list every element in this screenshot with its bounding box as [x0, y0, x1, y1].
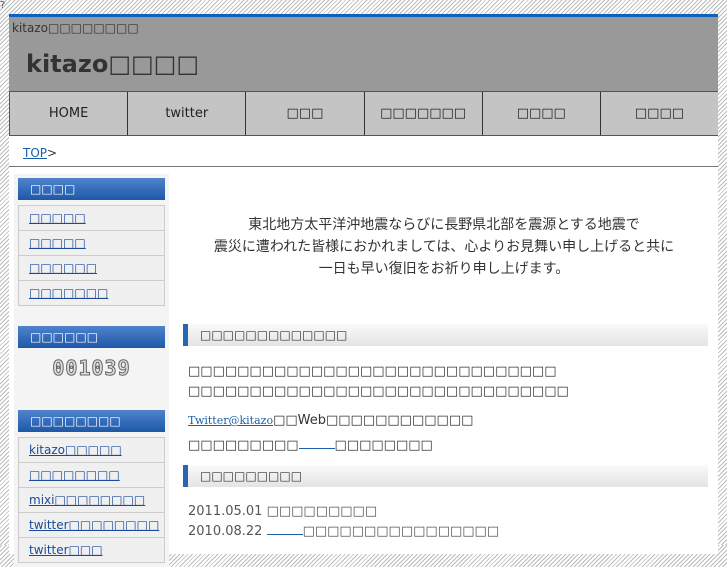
news-date: 2011.05.01	[188, 504, 263, 519]
contact-text: □□□□□□□□	[334, 438, 433, 453]
link-item[interactable]: □□□□□□□□	[18, 462, 165, 488]
access-counter: 001039	[18, 354, 165, 390]
sidebar-link[interactable]: □□□□□□□□	[29, 468, 120, 482]
twitter-line-text: □□Web□□□□□□□□□□□□	[273, 413, 474, 428]
site-title[interactable]: kitazo□□□□	[26, 50, 199, 78]
site-header: kitazo□□□□□□□□ kitazo□□□□	[9, 17, 718, 91]
link-item[interactable]: mixi□□□□□□□□	[18, 487, 165, 513]
nav-item-5[interactable]: □□□□	[481, 92, 600, 135]
sidebar-menu-item[interactable]: □□□□□	[18, 230, 165, 256]
breadcrumb-top-link[interactable]: TOP	[23, 146, 47, 160]
news-date: 2010.08.22	[188, 524, 263, 539]
sidebar-link[interactable]: □□□□□	[29, 211, 86, 225]
sidebar-link[interactable]: □□□□□□	[29, 261, 97, 275]
corner-mark: ?	[0, 0, 6, 11]
link-item[interactable]: kitazo□□□□□	[18, 437, 165, 463]
news-link[interactable]	[266, 534, 303, 535]
contact-text: □□□□□□□□□	[188, 438, 299, 453]
counter-heading: □□□□□□	[18, 326, 165, 348]
twitter-line: Twitter@kitazo□□Web□□□□□□□□□□□□	[180, 413, 708, 428]
contact-link[interactable]	[298, 448, 335, 449]
nav-home[interactable]: HOME	[9, 92, 128, 135]
intro-text: □□□□□□□□□□□□□□□□□□□□□□□□□□□□□□ □□□□□□□□□…	[180, 362, 708, 402]
message-line: 一日も早い復旧をお祈り申し上げます。	[318, 261, 570, 277]
news-text: □□□□□□□□□□□□□□□□	[302, 524, 500, 539]
sidebar-link[interactable]: twitter□□□□□□□□	[29, 518, 159, 532]
news-text: □□□□□□□□□	[266, 504, 378, 519]
intro-line: □□□□□□□□□□□□□□□□□□□□□□□□□□□□□□□	[188, 384, 569, 399]
sidebar-link[interactable]: mixi□□□□□□□□	[29, 493, 145, 507]
sidebar: □□□□ □□□□□ □□□□□ □□□□□□ □□□□□□□ □□□□□□ 0…	[14, 174, 169, 567]
sidebar-menu-item[interactable]: □□□□□	[18, 205, 165, 231]
sidebar-menu-item[interactable]: □□□□□□	[18, 255, 165, 281]
twitter-link[interactable]: Twitter@kitazo	[188, 414, 273, 427]
sidebar-menu-heading: □□□□	[18, 178, 165, 200]
nav-item-4[interactable]: □□□□□□□	[363, 92, 482, 135]
site-subtitle: kitazo□□□□□□□□	[12, 21, 139, 35]
contact-line: □□□□□□□□□ □□□□□□□□	[180, 438, 708, 453]
page-container: kitazo□□□□□□□□ kitazo□□□□ HOME twitter □…	[9, 14, 719, 567]
sidebar-menu-item[interactable]: □□□□□□□	[18, 280, 165, 306]
news-list: 2011.05.01 □□□□□□□□□ 2010.08.22 □□□□□□□□…	[180, 502, 708, 542]
news-item: 2011.05.01 □□□□□□□□□	[188, 502, 708, 522]
sidebar-link[interactable]: □□□□□	[29, 236, 86, 250]
main-content: 東北地方太平洋沖地震ならびに長野県北部を震源とする地震で 震災に遭われた皆様にお…	[180, 174, 708, 542]
link-item[interactable]: twitter□□□	[18, 537, 165, 563]
global-nav: HOME twitter □□□ □□□□□□□ □□□□ □□□□	[9, 91, 719, 136]
message-line: 震災に遭われた皆様におかれましては、心よりお見舞い申し上げると共に	[213, 239, 675, 255]
condolence-message: 東北地方太平洋沖地震ならびに長野県北部を震源とする地震で 震災に遭われた皆様にお…	[180, 214, 708, 324]
nav-item-6[interactable]: □□□□	[599, 92, 719, 135]
nav-item-3[interactable]: □□□	[245, 92, 364, 135]
section-heading-intro: □□□□□□□□□□□□□	[183, 324, 708, 346]
section-heading-news: □□□□□□□□□	[183, 465, 708, 487]
sidebar-link[interactable]: twitter□□□	[29, 543, 103, 557]
message-line: 東北地方太平洋沖地震ならびに長野県北部を震源とする地震で	[248, 217, 640, 233]
news-item: 2010.08.22 □□□□□□□□□□□□□□□□	[188, 522, 708, 542]
links-heading: □□□□□□□□	[18, 410, 165, 432]
counter-value: 001039	[52, 356, 131, 381]
nav-twitter[interactable]: twitter	[127, 92, 246, 135]
intro-line: □□□□□□□□□□□□□□□□□□□□□□□□□□□□□□	[188, 364, 557, 379]
breadcrumb-separator: >	[47, 146, 58, 160]
sidebar-link[interactable]: □□□□□□□	[29, 286, 108, 300]
link-item[interactable]: twitter□□□□□□□□	[18, 512, 165, 538]
sidebar-link[interactable]: kitazo□□□□□	[29, 443, 122, 457]
breadcrumb: TOP>	[9, 136, 718, 167]
